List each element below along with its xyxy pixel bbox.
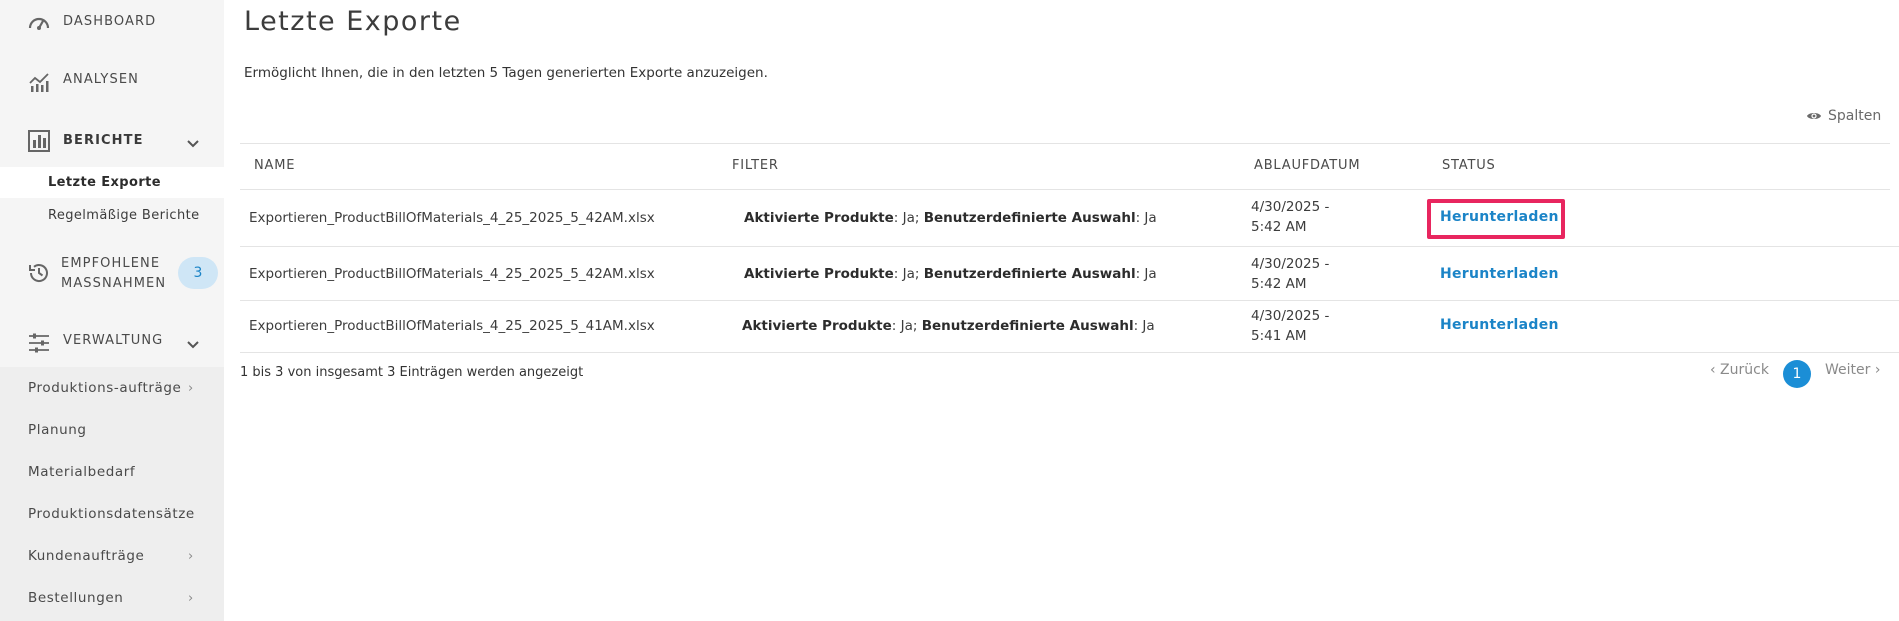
filter-label: Aktivierte Produkte	[744, 210, 894, 226]
sidebar-item-label: Planung	[28, 422, 87, 438]
sidebar-item-planung[interactable]: Planung	[0, 409, 224, 451]
sidebar: DASHBOARD ANALYSEN BERICHTE Letzte Expor…	[0, 0, 224, 621]
sidebar-item-bestellungen[interactable]: Bestellungen ›	[0, 577, 224, 619]
nav-berichte[interactable]: BERICHTE	[0, 126, 224, 156]
expiry-date-line2: 5:42 AM	[1251, 219, 1307, 235]
nav-empfohlene-line1: EMPFOHLENE	[61, 256, 161, 271]
sidebar-item-materialbedarf[interactable]: Materialbedarf	[0, 451, 224, 493]
filter-value: : Ja;	[893, 266, 924, 282]
expiry-date-line1: 4/30/2025 -	[1251, 308, 1330, 324]
export-file-name: Exportieren_ProductBillOfMaterials_4_25_…	[249, 266, 655, 282]
pagination-page-1[interactable]: 1	[1783, 360, 1811, 388]
export-filter: Aktivierte Produkte: Ja; Benutzerdefinie…	[742, 318, 1155, 334]
filter-value: : Ja;	[891, 318, 922, 334]
nav-empfohlene-line2: MASSNAHMEN	[61, 276, 167, 291]
sidebar-item-produktionsauftraege[interactable]: Produktions-aufträge ›	[0, 367, 224, 409]
expiry-date-line1: 4/30/2025 -	[1251, 199, 1330, 215]
pagination-next-button[interactable]: Weiter ›	[1825, 362, 1880, 378]
sidebar-item-produktionsdatensaetze[interactable]: Produktionsdatensätze	[0, 493, 224, 535]
verwaltung-submenu: Produktions-aufträge › Planung Materialb…	[0, 367, 224, 621]
nav-empfohlene-massnahmen[interactable]: EMPFOHLENE MASSNAHMEN 3	[0, 252, 224, 292]
filter-label: Benutzerdefinierte Auswahl	[923, 210, 1136, 226]
sidebar-item-label: Produktionsdatensätze	[28, 506, 195, 522]
export-file-name: Exportieren_ProductBillOfMaterials_4_25_…	[249, 210, 655, 226]
expiry-date-line2: 5:42 AM	[1251, 276, 1307, 292]
page-description: Ermöglicht Ihnen, die in den letzten 5 T…	[244, 65, 768, 81]
table-row: Exportieren_ProductBillOfMaterials_4_25_…	[240, 301, 1899, 353]
sidebar-item-label: Materialbedarf	[28, 464, 136, 480]
download-link[interactable]: Herunterladen	[1440, 209, 1559, 225]
filter-label: Aktivierte Produkte	[742, 318, 892, 334]
chevron-down-icon[interactable]	[186, 336, 200, 350]
dashboard-gauge-icon	[27, 11, 51, 35]
column-header-name[interactable]: NAME	[254, 158, 295, 173]
nav-analysen[interactable]: ANALYSEN	[0, 66, 224, 96]
sidebar-item-label: Produktions-aufträge	[28, 380, 182, 396]
column-header-ablaufdatum[interactable]: ABLAUFDATUM	[1254, 158, 1360, 173]
nav-verwaltung[interactable]: VERWALTUNG	[0, 327, 224, 357]
columns-button-label: Spalten	[1828, 108, 1882, 124]
sliders-icon	[27, 331, 51, 355]
history-clock-icon	[27, 261, 51, 285]
nav-berichte-label: BERICHTE	[63, 133, 144, 148]
entries-info: 1 bis 3 von insgesamt 3 Einträgen werden…	[240, 365, 584, 380]
expiry-date: 4/30/2025 - 5:42 AM	[1251, 254, 1329, 294]
column-header-status[interactable]: STATUS	[1442, 158, 1496, 173]
reports-icon	[27, 129, 51, 153]
expiry-date-line2: 5:41 AM	[1251, 328, 1307, 344]
chevron-right-icon: ›	[188, 548, 194, 564]
table-row: Exportieren_ProductBillOfMaterials_4_25_…	[240, 190, 1899, 247]
sidebar-item-label: Bestellungen	[28, 590, 124, 606]
table-row: Exportieren_ProductBillOfMaterials_4_25_…	[240, 247, 1899, 301]
expiry-date-line1: 4/30/2025 -	[1251, 256, 1330, 272]
filter-value: : Ja	[1133, 318, 1155, 334]
sidebar-item-kundenauftraege[interactable]: Kundenaufträge ›	[0, 535, 224, 577]
eye-icon	[1807, 113, 1821, 119]
nav-analysen-label: ANALYSEN	[63, 72, 139, 87]
expiry-date: 4/30/2025 - 5:41 AM	[1251, 306, 1329, 346]
nav-empfohlene-label: EMPFOHLENE MASSNAHMEN	[61, 254, 166, 294]
chevron-right-icon: ›	[188, 380, 194, 396]
nav-dashboard-label: DASHBOARD	[63, 14, 157, 29]
download-link[interactable]: Herunterladen	[1440, 317, 1559, 333]
filter-label: Aktivierte Produkte	[744, 266, 894, 282]
export-filter: Aktivierte Produkte: Ja; Benutzerdefinie…	[744, 266, 1157, 282]
chevron-right-icon: ›	[188, 590, 194, 606]
pagination-prev-button[interactable]: ‹ Zurück	[1710, 362, 1769, 378]
analytics-chart-icon	[27, 70, 51, 94]
expiry-date: 4/30/2025 - 5:42 AM	[1251, 197, 1329, 237]
page-title: Letzte Exporte	[244, 6, 462, 37]
sidebar-item-label: Kundenaufträge	[28, 548, 145, 564]
nav-dashboard[interactable]: DASHBOARD	[0, 8, 224, 38]
chevron-down-icon[interactable]	[186, 135, 200, 149]
sidebar-item-regelmaessige-berichte[interactable]: Regelmäßige Berichte	[0, 200, 224, 231]
export-file-name: Exportieren_ProductBillOfMaterials_4_25_…	[249, 318, 655, 334]
filter-value: : Ja;	[893, 210, 924, 226]
sidebar-item-letzte-exporte[interactable]: Letzte Exporte	[0, 167, 224, 198]
filter-value: : Ja	[1135, 266, 1157, 282]
nav-verwaltung-label: VERWALTUNG	[63, 333, 164, 348]
filter-label: Benutzerdefinierte Auswahl	[923, 266, 1136, 282]
download-link[interactable]: Herunterladen	[1440, 266, 1559, 282]
column-header-filter[interactable]: FILTER	[732, 158, 779, 173]
filter-value: : Ja	[1135, 210, 1157, 226]
filter-label: Benutzerdefinierte Auswahl	[921, 318, 1134, 334]
count-badge: 3	[178, 257, 218, 289]
table-header: NAME FILTER ABLAUFDATUM STATUS	[240, 143, 1890, 190]
export-filter: Aktivierte Produkte: Ja; Benutzerdefinie…	[744, 210, 1157, 226]
columns-button[interactable]: Spalten	[1806, 108, 1881, 124]
